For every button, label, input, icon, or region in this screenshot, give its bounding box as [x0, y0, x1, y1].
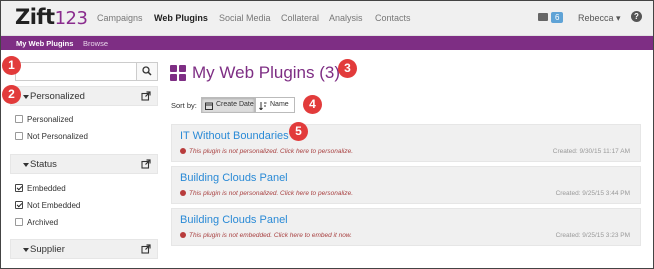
sub-navbar: My Web Plugins Browse: [1, 36, 653, 50]
filter-group-label: Supplier: [30, 244, 65, 255]
search-icon: [142, 66, 152, 76]
sort-alpha-icon: [259, 102, 267, 110]
plugin-title-link[interactable]: IT Without Boundaries: [180, 130, 289, 142]
subnav-my-web-plugins[interactable]: My Web Plugins: [16, 39, 73, 48]
plugin-status-link[interactable]: This plugin is not personalized. Click h…: [189, 148, 353, 155]
logo-number: 123: [54, 8, 88, 29]
checkbox-label: Embedded: [27, 184, 66, 193]
sort-label: Sort by:: [171, 101, 197, 110]
logo-main: Zift: [15, 5, 55, 29]
caret-down-icon: [23, 95, 29, 99]
plugin-card: Building Clouds Panel This plugin is not…: [171, 208, 641, 246]
callout-marker: 1: [2, 56, 21, 75]
mail-icon[interactable]: [538, 13, 548, 21]
nav-web-plugins[interactable]: Web Plugins: [154, 13, 208, 23]
plugin-title-link[interactable]: Building Clouds Panel: [180, 172, 288, 184]
nav-collateral[interactable]: Collateral: [281, 13, 319, 23]
calendar-icon: [205, 102, 213, 110]
callout-marker: 2: [2, 85, 21, 104]
warning-icon: [180, 232, 186, 238]
grid-icon: [170, 65, 186, 81]
mail-count-badge: 6: [551, 12, 564, 23]
external-link-icon[interactable]: [141, 244, 151, 254]
filter-group-personalized[interactable]: Personalized: [10, 86, 158, 106]
search-input[interactable]: [15, 62, 158, 81]
external-link-icon[interactable]: [141, 91, 151, 101]
caret-down-icon: [23, 248, 29, 252]
top-navbar: Zift123 Campaigns Web Plugins Social Med…: [1, 1, 653, 36]
sort-option-label: Create Date: [216, 101, 254, 108]
checkbox-embedded[interactable]: [15, 184, 23, 192]
checkbox-personalized[interactable]: [15, 115, 23, 123]
sort-option-label: Name: [270, 101, 289, 108]
sort-name-button[interactable]: Name: [255, 97, 295, 113]
search-button[interactable]: [136, 63, 157, 80]
caret-down-icon: [23, 163, 29, 167]
plugin-card: IT Without Boundaries This plugin is not…: [171, 124, 641, 162]
nav-social-media[interactable]: Social Media: [219, 13, 271, 23]
filter-group-label: Status: [30, 159, 57, 170]
plugin-created-date: Created: 9/25/15 3:44 PM: [555, 190, 630, 197]
plugin-card: Building Clouds Panel This plugin is not…: [171, 166, 641, 204]
zift123-logo[interactable]: Zift123: [15, 5, 88, 29]
user-menu[interactable]: Rebecca ▾: [578, 13, 621, 24]
checkbox-not-personalized[interactable]: [15, 132, 23, 140]
filter-group-status[interactable]: Status: [10, 154, 158, 174]
nav-campaigns[interactable]: Campaigns: [97, 13, 143, 23]
plugin-title-link[interactable]: Building Clouds Panel: [180, 214, 288, 226]
checkbox-label: Not Embedded: [27, 201, 81, 210]
filter-group-label: Personalized: [30, 91, 85, 102]
page-title: My Web Plugins (3): [192, 63, 341, 82]
checkbox-label: Archived: [27, 218, 59, 227]
filter-group-supplier[interactable]: Supplier: [10, 239, 158, 259]
subnav-browse[interactable]: Browse: [83, 39, 108, 48]
checkbox-not-embedded[interactable]: [15, 201, 23, 209]
checkbox-label: Personalized: [27, 115, 74, 124]
warning-icon: [180, 148, 186, 154]
help-icon[interactable]: ?: [631, 11, 642, 22]
sort-create-date-button[interactable]: Create Date: [201, 97, 255, 113]
plugin-status-link[interactable]: This plugin is not embedded. Click here …: [189, 232, 352, 239]
callout-marker: 3: [338, 59, 357, 78]
nav-contacts[interactable]: Contacts: [375, 13, 411, 23]
warning-icon: [180, 190, 186, 196]
plugin-status-link[interactable]: This plugin is not personalized. Click h…: [189, 190, 353, 197]
callout-marker: 4: [303, 95, 322, 114]
callout-marker: 5: [289, 122, 308, 141]
external-link-icon[interactable]: [141, 159, 151, 169]
checkbox-archived[interactable]: [15, 218, 23, 226]
checkbox-label: Not Personalized: [27, 132, 88, 141]
plugin-created-date: Created: 9/30/15 11:17 AM: [552, 148, 630, 155]
nav-analysis[interactable]: Analysis: [329, 13, 363, 23]
plugin-created-date: Created: 9/25/15 3:23 PM: [555, 232, 630, 239]
